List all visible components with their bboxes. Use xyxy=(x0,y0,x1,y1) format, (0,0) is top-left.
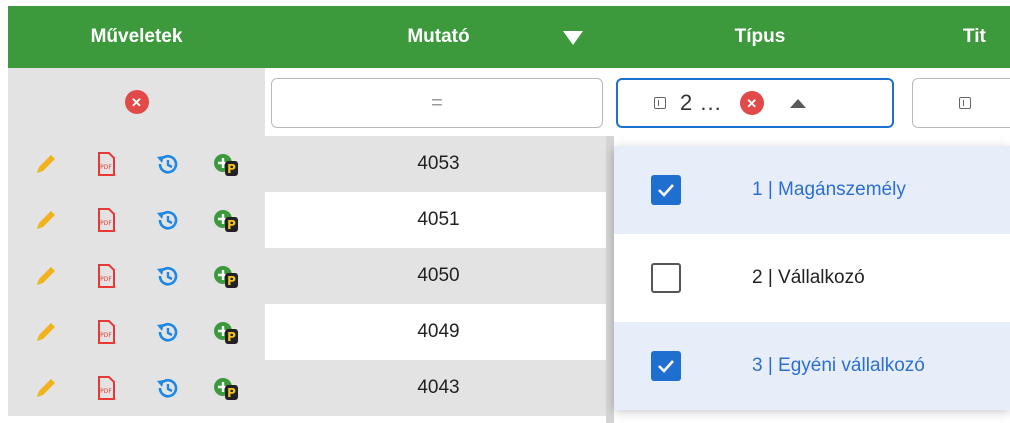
select-list-icon xyxy=(654,97,666,109)
header-mutato-label: Mutató xyxy=(407,26,470,47)
svg-text:PDF: PDF xyxy=(100,388,112,395)
filter-row: ✕ = 2 ... ✕ xyxy=(8,68,1010,136)
add-p-icon[interactable]: P xyxy=(213,319,239,345)
checkbox-checked-icon[interactable] xyxy=(651,175,681,205)
pdf-icon[interactable]: PDF xyxy=(93,263,119,289)
checkbox-checked-icon[interactable] xyxy=(651,351,681,381)
add-p-icon[interactable]: P xyxy=(213,263,239,289)
header-tipus[interactable]: Típus xyxy=(612,6,908,68)
mutato-cell: 4050 xyxy=(265,248,612,304)
pdf-icon[interactable]: PDF xyxy=(93,207,119,233)
mutato-cell: 4049 xyxy=(265,304,612,360)
add-p-icon[interactable]: P xyxy=(213,207,239,233)
history-icon[interactable] xyxy=(154,263,180,289)
tipus-filter-select[interactable]: 2 ... ✕ xyxy=(616,78,894,128)
history-icon[interactable] xyxy=(154,151,180,177)
row-actions: PDF P xyxy=(8,248,265,304)
row-actions: PDF P xyxy=(8,304,265,360)
dropdown-option-label: 2 | Vállalkozó xyxy=(752,267,865,288)
svg-text:P: P xyxy=(227,274,236,288)
row-actions: PDF P xyxy=(8,360,265,416)
mutato-value: 4049 xyxy=(417,321,460,342)
history-icon[interactable] xyxy=(154,375,180,401)
add-p-icon[interactable]: P xyxy=(213,375,239,401)
pencil-icon[interactable] xyxy=(33,151,59,177)
dropdown-option-label: 3 | Egyéni vállalkozó xyxy=(752,355,925,376)
add-p-icon[interactable]: P xyxy=(213,151,239,177)
mutato-filter-input[interactable]: = xyxy=(271,78,603,128)
history-icon[interactable] xyxy=(154,319,180,345)
header-titulus-label: Tit xyxy=(963,26,986,47)
svg-text:P: P xyxy=(227,162,236,176)
header-titulus[interactable]: Tit xyxy=(963,6,1010,68)
data-grid: Műveletek Mutató Típus Tit ✕ = 2 ... ✕ P… xyxy=(0,0,1010,423)
filter-actions-cell: ✕ xyxy=(8,68,265,136)
row-actions: PDF P xyxy=(8,136,265,192)
pencil-icon[interactable] xyxy=(33,263,59,289)
dropdown-option[interactable]: 2 | Vállalkozó xyxy=(614,234,1010,322)
header-actions-label: Műveletek xyxy=(90,26,183,47)
pdf-icon[interactable]: PDF xyxy=(93,375,119,401)
mutato-filter-value: = xyxy=(431,91,443,114)
history-icon[interactable] xyxy=(154,207,180,233)
svg-text:P: P xyxy=(227,218,236,232)
svg-text:P: P xyxy=(227,386,236,400)
pdf-icon[interactable]: PDF xyxy=(93,319,119,345)
pencil-icon[interactable] xyxy=(33,375,59,401)
svg-text:PDF: PDF xyxy=(100,332,112,339)
svg-text:PDF: PDF xyxy=(100,276,112,283)
sort-down-icon[interactable] xyxy=(562,29,584,47)
clear-all-filters-icon[interactable]: ✕ xyxy=(124,90,149,114)
dropdown-option[interactable]: 3 | Egyéni vállalkozó xyxy=(614,322,1010,410)
tipus-dropdown: 1 | Magánszemély 2 | Vállalkozó 3 | Egyé… xyxy=(614,146,1010,410)
header-actions: Műveletek xyxy=(8,6,265,68)
dropdown-option-label: 1 | Magánszemély xyxy=(752,179,906,200)
mutato-cell: 4043 xyxy=(265,360,612,416)
chevron-up-icon[interactable] xyxy=(789,98,806,108)
pencil-icon[interactable] xyxy=(33,319,59,345)
row-actions: PDF P xyxy=(8,192,265,248)
column-separator xyxy=(606,136,614,423)
grid-header: Műveletek Mutató Típus Tit xyxy=(8,6,1010,68)
checkbox-unchecked-icon[interactable] xyxy=(651,263,681,293)
mutato-value: 4051 xyxy=(417,209,460,230)
titulus-filter-select[interactable] xyxy=(912,78,1010,128)
tipus-filter-value: 2 ... xyxy=(680,90,722,115)
svg-text:PDF: PDF xyxy=(100,220,112,227)
mutato-value: 4050 xyxy=(417,265,460,286)
header-mutato[interactable]: Mutató xyxy=(265,6,612,68)
mutato-value: 4043 xyxy=(417,377,460,398)
dropdown-option[interactable]: 1 | Magánszemély xyxy=(614,146,1010,234)
clear-tipus-filter-icon[interactable]: ✕ xyxy=(739,91,764,115)
select-list-icon xyxy=(959,97,971,109)
header-tipus-label: Típus xyxy=(734,26,786,47)
pencil-icon[interactable] xyxy=(33,207,59,233)
mutato-cell: 4053 xyxy=(265,136,612,192)
mutato-cell: 4051 xyxy=(265,192,612,248)
svg-text:P: P xyxy=(227,330,236,344)
svg-text:PDF: PDF xyxy=(100,164,112,171)
mutato-value: 4053 xyxy=(417,153,460,174)
pdf-icon[interactable]: PDF xyxy=(93,151,119,177)
